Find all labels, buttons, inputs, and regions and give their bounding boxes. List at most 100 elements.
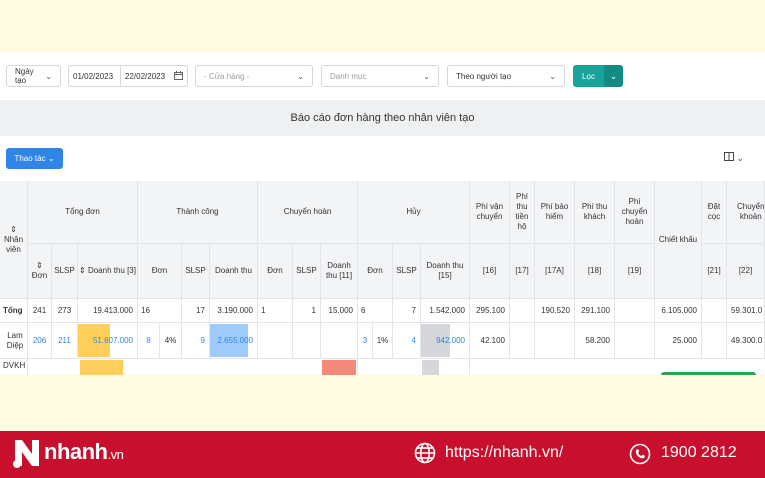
sort-icon: ⇕: [79, 266, 88, 275]
col-shipping-fee: Phí vận chuyển: [470, 181, 510, 244]
brand-suffix: .vn: [107, 447, 124, 462]
total-transfer: 59.301.0: [727, 299, 765, 323]
sub-revenue-label: Doanh thu [3]: [87, 266, 136, 275]
chevron-down-icon: ⌄: [423, 71, 430, 81]
sub-21: [21]: [702, 244, 727, 299]
group-by-select[interactable]: Theo người tạo ⌄: [447, 65, 565, 87]
total-r-slsp: 1: [293, 299, 321, 323]
row-customer-fee: 58.200: [575, 323, 615, 359]
sub-19: [19]: [615, 244, 655, 299]
total-s-slsp: 17: [182, 299, 210, 323]
chevron-down-icon: ⌄: [47, 154, 55, 163]
col-total-orders: Tổng đơn: [28, 181, 138, 244]
col-return-fee: Phí chuyển hoàn: [615, 181, 655, 244]
row-c-pct: 1%: [373, 323, 393, 359]
row-revenue-value: 51.607.000: [92, 335, 133, 345]
brand-text: nhanh: [44, 439, 108, 464]
row-r-revenue: [321, 323, 358, 359]
total-deposit: [702, 299, 727, 323]
sub-revenue[interactable]: ⇕ Doanh thu [3]: [78, 244, 138, 299]
row-s-pct: 4%: [160, 323, 182, 359]
report-table: ⇕ Nhân viên Tổng đơn Thành công Chuyển ho…: [0, 181, 765, 375]
sub-16: [16]: [470, 244, 510, 299]
filter-dropdown-button[interactable]: ⌄: [604, 65, 623, 87]
col-discount: Chiết khấu: [655, 181, 702, 299]
actions-button[interactable]: Thao tác ⌄: [6, 148, 63, 169]
row-employee-name: Lam Diệp: [0, 323, 28, 359]
sub-orders[interactable]: ⇕ Đơn: [28, 244, 52, 299]
row-shipping: 42.100: [470, 323, 510, 359]
date-to-input[interactable]: 22/02/2023: [120, 65, 188, 87]
actions-label: Thao tác: [14, 154, 46, 163]
sub-slsp: SLSP: [52, 244, 78, 299]
row-s-revenue[interactable]: 2.655.000: [210, 323, 258, 359]
col-success: Thành công: [138, 181, 258, 244]
row-insurance: [535, 323, 575, 359]
row-transfer: 49.300.0: [727, 323, 765, 359]
sub-17a: [17A]: [535, 244, 575, 299]
row-s-orders[interactable]: 8: [138, 323, 160, 359]
total-s-revenue: 3.190.000: [210, 299, 258, 323]
chevron-down-icon: ⌄: [297, 71, 304, 81]
returned-revenue-bar: [322, 360, 356, 375]
sub-17: [17]: [510, 244, 535, 299]
filter-button[interactable]: Lọc: [573, 65, 604, 87]
row-s-revenue-value: 2.655.000: [217, 335, 253, 345]
total-r-revenue: 15.000: [321, 299, 358, 323]
sub-r-orders: Đơn: [258, 244, 293, 299]
row-c-revenue[interactable]: 942.000: [421, 323, 470, 359]
date-from-value: 01/02/2023: [73, 71, 114, 81]
row2-c-revenue[interactable]: [421, 359, 470, 375]
date-to-value: 22/02/2023: [125, 71, 166, 81]
date-type-select[interactable]: Ngày tạo ⌄: [6, 65, 61, 87]
col-cod-fee: Phí thu tiền hộ: [510, 181, 535, 244]
brand-name: nhanh.vn: [44, 439, 124, 465]
column-toggle-button[interactable]: ⌄: [724, 152, 744, 164]
total-orders: 241: [28, 299, 52, 323]
sub-c-revenue: Doanh thu [15]: [421, 244, 470, 299]
total-discount: 6.105.000: [655, 299, 702, 323]
row-deposit: [702, 323, 727, 359]
chevron-down-icon: ⌄: [736, 153, 745, 163]
row-cod: [510, 323, 535, 359]
date-type-value: Ngày tạo: [15, 67, 34, 85]
row-orders[interactable]: 206: [28, 323, 52, 359]
row2-r-revenue[interactable]: [321, 359, 358, 375]
group-by-value: Theo người tạo: [456, 71, 512, 81]
date-from-input[interactable]: 01/02/2023: [68, 65, 121, 87]
calendar-icon[interactable]: [174, 70, 183, 82]
sub-c-orders: Đơn: [358, 244, 393, 299]
website-link[interactable]: https://nhanh.vn/: [445, 444, 563, 462]
total-insurance: 190.520: [535, 299, 575, 323]
total-return-fee: [615, 299, 655, 323]
revenue-bar: [80, 360, 123, 375]
col-customer-fee: Phí thu khách: [575, 181, 615, 244]
total-customer-fee: 291.100: [575, 299, 615, 323]
col-returned: Chuyển hoàn: [258, 181, 358, 244]
row2-revenue[interactable]: [78, 359, 138, 375]
total-label: Tổng: [0, 299, 28, 323]
col-cancelled: Hủy: [358, 181, 470, 244]
sub-18: [18]: [575, 244, 615, 299]
sub-c-slsp: SLSP: [393, 244, 421, 299]
chevron-down-icon: ⌄: [45, 71, 52, 81]
col-employee[interactable]: ⇕ Nhân viên: [0, 181, 28, 299]
total-cod: [510, 299, 535, 323]
col-transfer: Chuyển khoản: [727, 181, 765, 244]
total-slsp: 273: [52, 299, 78, 323]
row-s-slsp[interactable]: 9: [182, 323, 210, 359]
row-slsp[interactable]: 211: [52, 323, 78, 359]
app-screenshot: Ngày tạo ⌄ 01/02/2023 22/02/2023 - Cửa h…: [0, 52, 765, 375]
category-select[interactable]: Danh mục ⌄: [321, 65, 439, 87]
row-c-orders[interactable]: 3: [358, 323, 373, 359]
globe-icon: [414, 442, 436, 469]
hotline-number[interactable]: 1900 2812: [661, 444, 737, 462]
col-insurance-fee: Phí bảo hiểm: [535, 181, 575, 244]
sub-s-slsp: SLSP: [182, 244, 210, 299]
row-revenue[interactable]: 51.607.000: [78, 323, 138, 359]
report-title: Báo cáo đơn hàng theo nhân viên tạo: [290, 112, 475, 124]
store-select[interactable]: - Cửa hàng - ⌄: [195, 65, 313, 87]
cancelled-revenue-bar: [422, 360, 439, 375]
total-c-orders: 6: [358, 299, 393, 323]
row-c-slsp[interactable]: 4: [393, 323, 421, 359]
